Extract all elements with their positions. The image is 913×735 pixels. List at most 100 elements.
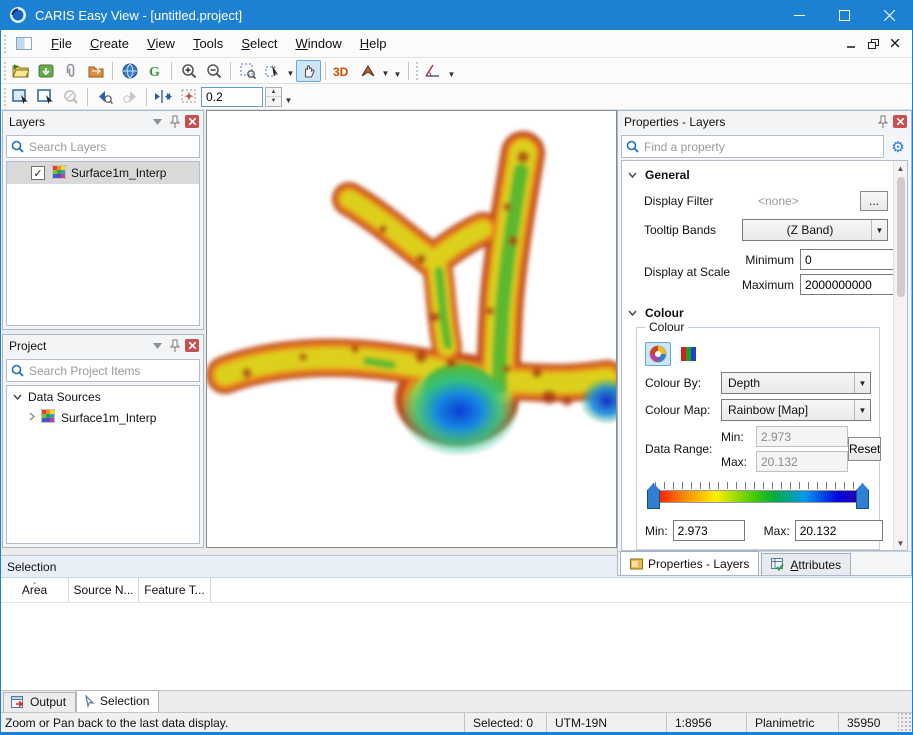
menu-file[interactable]: File [42, 32, 81, 55]
globe-button[interactable] [117, 60, 142, 82]
section-colour-label: Colour [645, 306, 684, 320]
reset-button[interactable]: Reset [848, 437, 881, 461]
zoom-previous-button[interactable] [92, 86, 117, 108]
pin-icon[interactable] [167, 115, 183, 129]
menu-window[interactable]: Window [286, 32, 350, 55]
angle-measure-button[interactable] [420, 60, 445, 82]
mdi-minimize-button[interactable] [840, 35, 862, 53]
panel-close-icon[interactable] [893, 115, 907, 128]
panel-menu-icon[interactable] [149, 115, 165, 129]
panel-close-icon[interactable] [185, 339, 199, 352]
zoom-in-button[interactable] [176, 60, 201, 82]
data-range-max-input[interactable] [756, 451, 848, 472]
mdi-restore-button[interactable] [862, 35, 884, 53]
flash-scale-input[interactable] [201, 87, 263, 107]
menu-help[interactable]: Help [351, 32, 396, 55]
flash-area-button[interactable] [176, 86, 201, 108]
measure-overflow[interactable]: ▼ [445, 60, 458, 82]
tree-node-surface[interactable]: Surface1m_Interp [7, 407, 199, 428]
scale-maximum-input[interactable] [800, 274, 900, 295]
display-filter-browse-button[interactable]: ... [860, 191, 888, 211]
resize-grip[interactable] [898, 713, 912, 732]
rgb-bands-button[interactable] [675, 342, 701, 366]
pan-tool-button[interactable] [296, 60, 321, 82]
scroll-down-icon[interactable]: ▼ [894, 536, 907, 550]
maximize-button[interactable] [822, 0, 867, 30]
scale-minimum-input[interactable] [800, 249, 900, 270]
spinner-up-icon[interactable]: ▲ [266, 88, 281, 98]
status-projection: Planimetric [746, 713, 838, 732]
select-by-rect-button[interactable] [8, 86, 33, 108]
tab-output[interactable]: Output [3, 692, 76, 712]
scrollbar-thumb[interactable] [897, 177, 905, 297]
attach-button[interactable] [58, 60, 83, 82]
close-button[interactable] [867, 0, 912, 30]
tab-label: Properties - Layers [648, 557, 749, 571]
colour-map-combo[interactable]: Rainbow [Map] ▼ [721, 399, 871, 421]
mdi-close-button[interactable] [884, 35, 906, 53]
selection-table-body[interactable] [1, 603, 912, 690]
project-search[interactable] [6, 359, 200, 382]
layers-search[interactable] [6, 135, 200, 158]
menu-create[interactable]: Create [81, 32, 138, 55]
select-tool-dropdown[interactable]: ▼ [285, 60, 296, 82]
separator [87, 88, 88, 106]
column-header-area[interactable]: ⌄ Area [1, 578, 69, 602]
map-view[interactable] [206, 110, 617, 548]
range-min-input[interactable] [673, 520, 745, 541]
open-file-button[interactable] [8, 60, 33, 82]
tooltip-bands-combo[interactable]: (Z Band) ▼ [742, 219, 888, 241]
zoom-next-button[interactable] [117, 86, 142, 108]
3d-view-button[interactable]: 3D [330, 60, 355, 82]
scroll-up-icon[interactable]: ▲ [894, 161, 907, 175]
zoom-out-button[interactable] [201, 60, 226, 82]
colour-wheel-button[interactable] [645, 342, 671, 366]
close-file-button[interactable] [83, 60, 108, 82]
clear-selection-button[interactable] [58, 86, 83, 108]
toolbar-selection: ▲▼ ▼ [1, 84, 912, 110]
north-arrow-button[interactable] [355, 60, 380, 82]
toolbar-overflow[interactable]: ▼ [282, 86, 295, 108]
chevron-down-icon[interactable] [13, 392, 22, 402]
menu-view[interactable]: View [138, 32, 184, 55]
zoom-area-button[interactable] [235, 60, 260, 82]
property-search[interactable] [621, 135, 884, 158]
panel-menu-icon[interactable] [149, 339, 165, 353]
toolbar-grip[interactable] [3, 34, 8, 54]
panel-close-icon[interactable] [185, 115, 199, 128]
menu-tools[interactable]: Tools [184, 32, 232, 55]
google-earth-button[interactable]: G [142, 60, 167, 82]
properties-scrollbar[interactable]: ▲ ▼ [893, 161, 907, 550]
column-header-feature-type[interactable]: Feature T... [139, 578, 211, 602]
gear-icon[interactable]: ⚙ [888, 138, 908, 156]
data-range-min-input[interactable] [756, 426, 848, 447]
spinner-down-icon[interactable]: ▼ [266, 97, 281, 106]
tree-node-data-sources[interactable]: Data Sources [7, 386, 199, 407]
tab-selection[interactable]: Selection [76, 690, 159, 712]
toolbar-overflow[interactable]: ▼ [391, 60, 404, 82]
menu-select[interactable]: Select [232, 32, 286, 55]
range-max-input[interactable] [795, 520, 883, 541]
layer-checkbox[interactable]: ✓ [31, 166, 45, 180]
layers-search-input[interactable] [29, 140, 195, 154]
import-button[interactable] [33, 60, 58, 82]
select-tool-button[interactable] [260, 60, 285, 82]
property-search-input[interactable] [644, 140, 879, 154]
colour-range-slider[interactable] [647, 482, 869, 512]
chevron-right-icon[interactable] [29, 412, 35, 423]
layer-item[interactable]: ✓ Surface1m_Interp [7, 162, 199, 184]
fit-width-button[interactable] [151, 86, 176, 108]
column-header-source-name[interactable]: Source N... [69, 578, 139, 602]
attributes-tab-icon [771, 558, 785, 571]
select-by-rect-alt-button[interactable] [33, 86, 58, 108]
tab-properties-layers[interactable]: Properties - Layers [620, 551, 759, 575]
minimize-button[interactable] [777, 0, 822, 30]
colour-by-combo[interactable]: Depth ▼ [721, 372, 871, 394]
project-search-input[interactable] [29, 364, 195, 378]
pin-icon[interactable] [167, 339, 183, 353]
tab-attributes[interactable]: Attributes [761, 553, 851, 575]
pin-icon[interactable] [875, 115, 891, 129]
north-arrow-dropdown[interactable]: ▼ [380, 60, 391, 82]
section-general[interactable]: General [622, 161, 892, 187]
flash-scale-spinner[interactable]: ▲▼ [265, 87, 282, 107]
